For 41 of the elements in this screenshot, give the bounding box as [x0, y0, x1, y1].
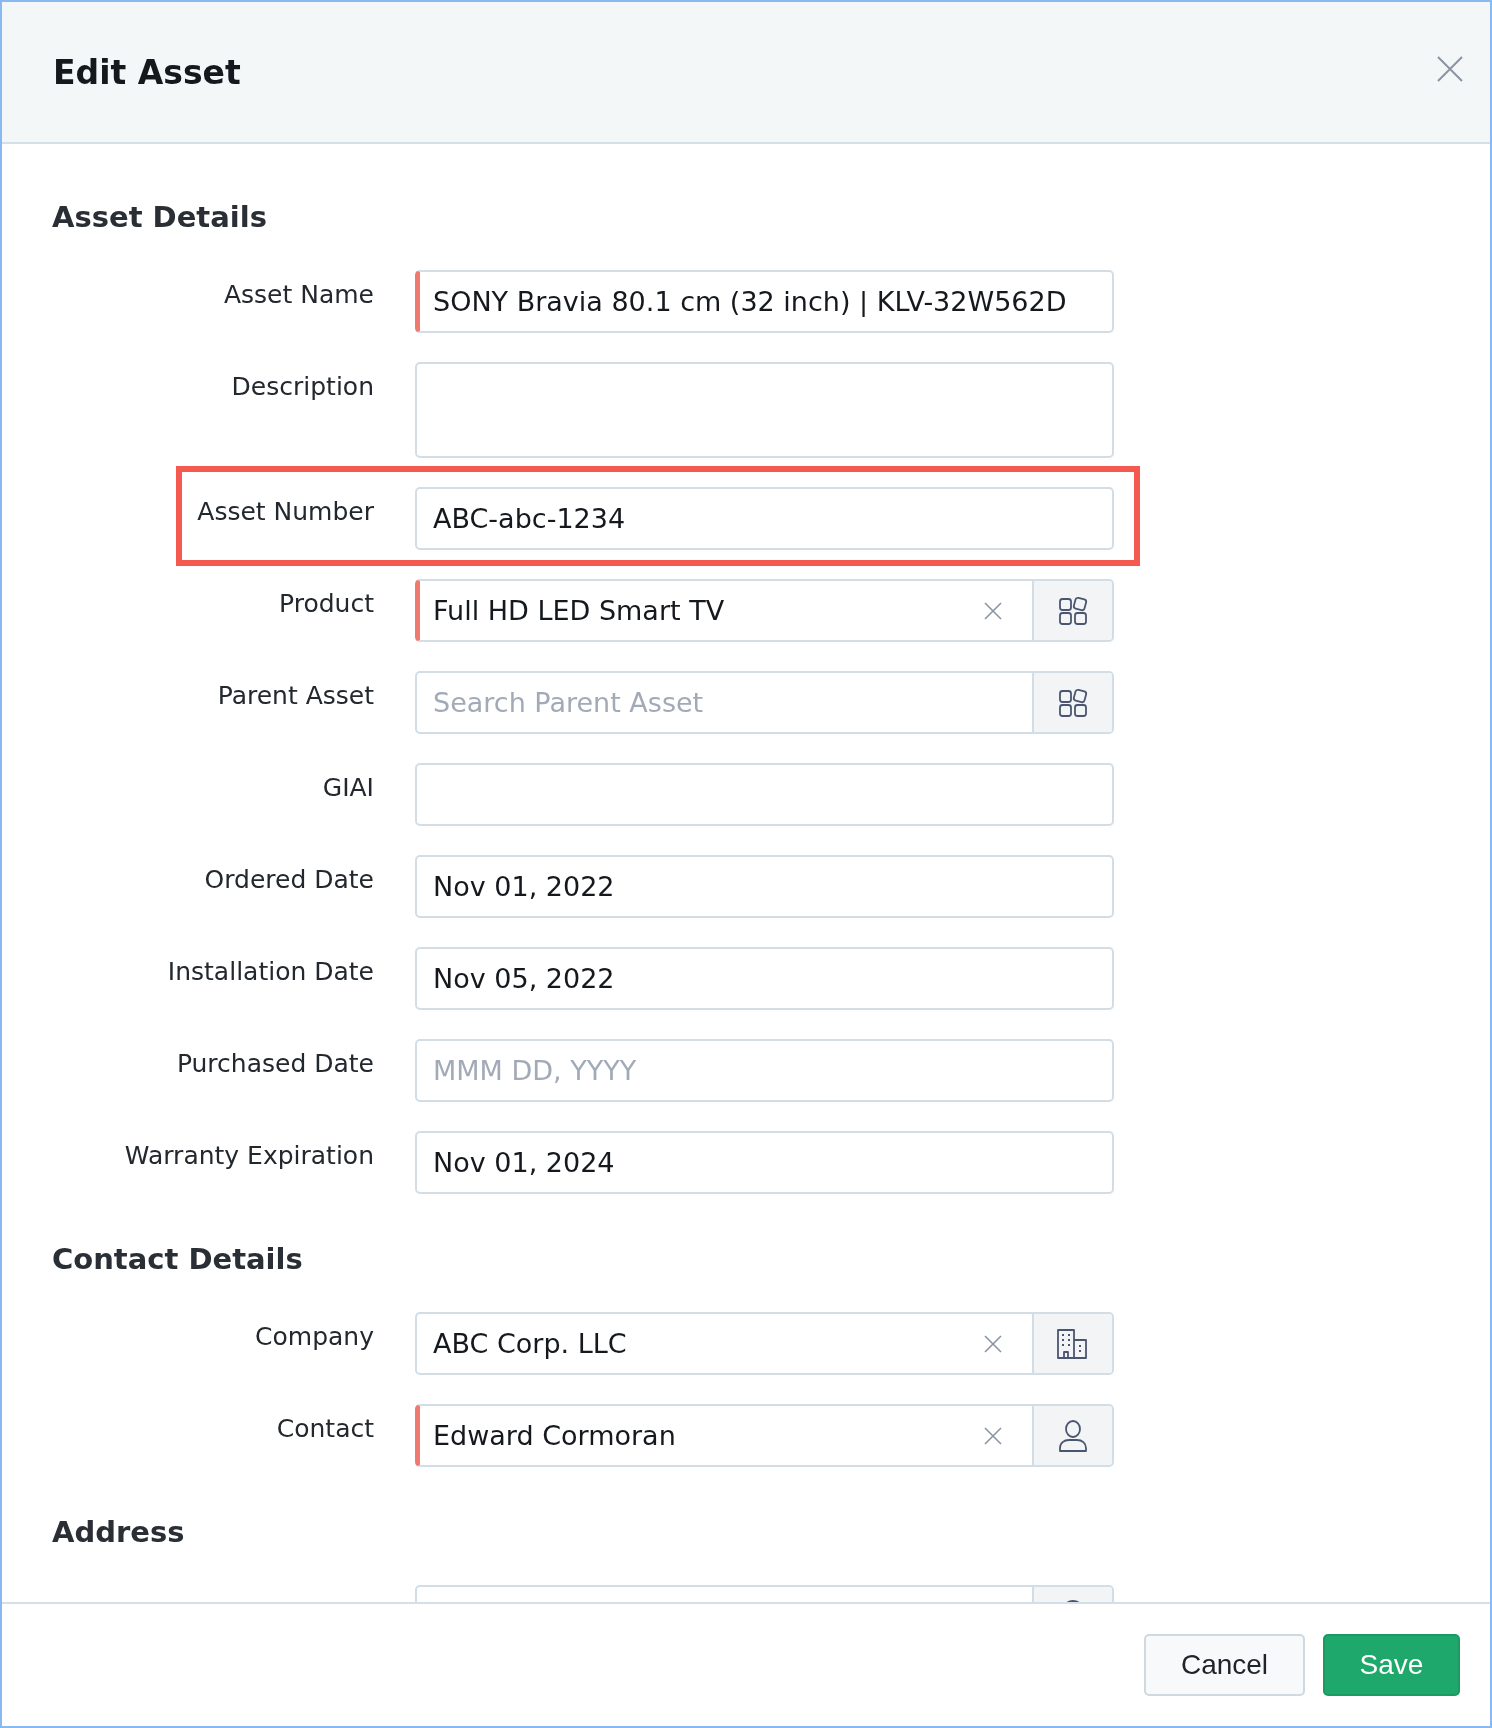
date-field[interactable]: Nov 01, 2024: [415, 1131, 1114, 1194]
grid-icon[interactable]: [1032, 581, 1112, 640]
input-field[interactable]: ABC Corp. LLC: [433, 1328, 974, 1359]
cancel-button[interactable]: Cancel: [1144, 1634, 1305, 1696]
section-heading: Contact Details: [52, 1242, 304, 1276]
input-field[interactable]: [415, 763, 1114, 826]
building-icon[interactable]: [1032, 1314, 1112, 1373]
close-icon[interactable]: [1436, 55, 1464, 83]
field-label: Purchased Date: [175, 1048, 375, 1080]
field-label: Ordered Date: [203, 864, 375, 896]
lookup-field[interactable]: Search Parent Asset: [415, 671, 1114, 734]
lookup-field[interactable]: Full HD LED Smart TV: [415, 579, 1114, 642]
field-label: Product: [278, 588, 375, 620]
field-label: Warranty Expiration: [123, 1140, 375, 1172]
clear-icon[interactable]: [984, 1426, 1002, 1445]
clear-icon[interactable]: [984, 1334, 1002, 1353]
dialog-title: Edit Asset: [53, 52, 241, 92]
input-field[interactable]: Edward Cormoran: [433, 1420, 974, 1451]
person-icon[interactable]: [1032, 1406, 1112, 1465]
input-field[interactable]: SONY Bravia 80.1 cm (32 inch) | KLV-32W562D: [415, 270, 1114, 333]
field-label: Asset Name: [222, 279, 375, 311]
field-label: GIAI: [321, 772, 375, 804]
clear-icon[interactable]: [984, 601, 1002, 620]
field-label: Description: [230, 371, 375, 403]
field-label: Installation Date: [166, 956, 375, 988]
lookup-field[interactable]: ABC Corp. LLC: [415, 1312, 1114, 1375]
input-field[interactable]: Full HD LED Smart TV: [433, 595, 974, 626]
field-label: Parent Asset: [216, 680, 375, 712]
date-field[interactable]: Nov 01, 2022: [415, 855, 1114, 918]
date-field[interactable]: Nov 05, 2022: [415, 947, 1114, 1010]
field-label: Asset Number: [196, 496, 375, 528]
field-label: Contact: [275, 1413, 375, 1445]
input-field[interactable]: Search Parent Asset: [433, 687, 1032, 718]
section-heading: Asset Details: [52, 200, 268, 234]
date-field[interactable]: MMM DD, YYYY: [415, 1039, 1114, 1102]
grid-icon[interactable]: [1032, 673, 1112, 732]
input-field[interactable]: ABC-abc-1234: [415, 487, 1114, 550]
textarea-field[interactable]: [415, 362, 1114, 458]
section-heading: Address: [52, 1515, 186, 1549]
lookup-field[interactable]: Edward Cormoran: [415, 1404, 1114, 1467]
field-label: Company: [254, 1321, 375, 1353]
